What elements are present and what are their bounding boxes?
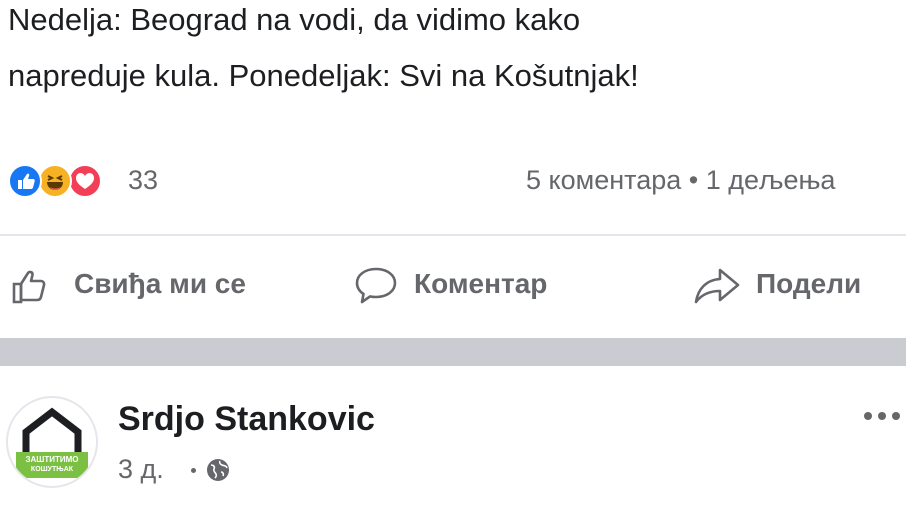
facebook-feed: Nedelja: Beograd na vodi, da vidimo kako… <box>0 0 906 513</box>
comment-button[interactable]: Коментар <box>352 264 582 308</box>
avatar-text-bottom: КОШУТЊАК <box>31 466 74 473</box>
comment-label: Коментар <box>414 268 548 299</box>
house-logo-icon: ЗАШТИТИМО КОШУТЊАК <box>8 398 96 486</box>
reaction-icons[interactable] <box>8 164 123 200</box>
like-icon <box>8 164 42 198</box>
comment-icon <box>355 267 397 304</box>
comments-shares-count[interactable]: 5 коментара • 1 дељења <box>526 165 835 196</box>
avatar[interactable]: ЗАШТИТИМО КОШУТЊАК <box>6 396 98 488</box>
feed-separator <box>0 338 906 366</box>
post-actions: Свиђа ми се Коментар Подели <box>0 254 906 318</box>
post-text-line: Nedelja: Beograd na vodi, da vidimo kako <box>8 2 581 37</box>
more-options-icon[interactable] <box>862 406 902 426</box>
divider <box>0 234 906 236</box>
like-button[interactable]: Свиђа ми се <box>10 264 280 308</box>
share-button[interactable]: Подели <box>692 264 892 308</box>
avatar-text-top: ЗАШТИТИМО <box>26 455 79 464</box>
post-text-line: napreduje kula. Ponedeljak: Svi na Košut… <box>8 58 639 93</box>
reactions-summary: 33 5 коментара • 1 дељења <box>8 162 906 202</box>
thumbs-up-icon <box>12 270 46 304</box>
globe-icon[interactable] <box>204 456 232 484</box>
reaction-count[interactable]: 33 <box>128 165 158 196</box>
haha-icon <box>38 164 72 198</box>
share-icon <box>694 268 740 304</box>
author-name[interactable]: Srdjo Stankovic <box>118 400 375 439</box>
love-icon <box>68 164 102 198</box>
like-label: Свиђа ми се <box>74 268 246 299</box>
next-post: ЗАШТИТИМО КОШУТЊАК Srdjo Stankovic 3 д. <box>0 366 906 513</box>
meta-separator <box>191 468 196 473</box>
share-label: Подели <box>756 268 862 299</box>
post-text: Nedelja: Beograd na vodi, da vidimo kako… <box>8 0 906 104</box>
post-timestamp[interactable]: 3 д. <box>118 454 164 485</box>
